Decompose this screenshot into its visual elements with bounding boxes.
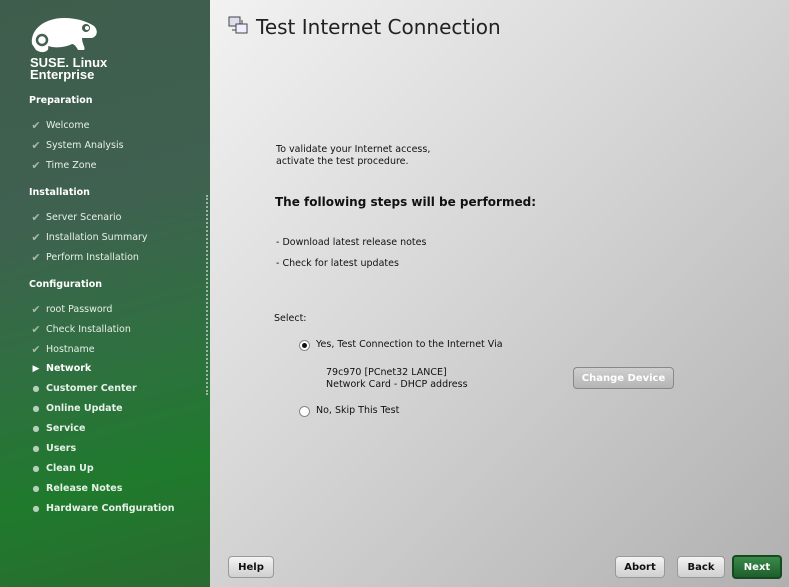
checkmark-icon: ✔ [31, 323, 41, 336]
device-info: 79c970 [PCnet32 LANCE] Network Card - DHC… [326, 367, 468, 390]
option-yes-label[interactable]: Yes, Test Connection to the Internet Via [316, 339, 503, 351]
checkmark-icon: ✔ [31, 251, 41, 264]
radio-yes[interactable] [299, 340, 310, 351]
next-button[interactable]: Next [732, 555, 782, 579]
sidebar-step-label: Online Update [46, 403, 123, 414]
sidebar-step-label: root Password [46, 304, 113, 315]
sidebar-step-label: Clean Up [46, 463, 94, 474]
sidebar-step: ✔ Installation Summary [26, 231, 148, 244]
select-label: Select: [274, 313, 307, 324]
page-title: Test Internet Connection [256, 15, 501, 39]
suse-chameleon-logo [31, 18, 97, 53]
help-button[interactable]: Help [228, 556, 274, 578]
back-button[interactable]: Back [677, 556, 725, 578]
bullet-icon: ● [32, 504, 40, 513]
abort-button[interactable]: Abort [615, 556, 665, 578]
bullet-icon: ● [32, 404, 40, 413]
sidebar-section-header: Installation [29, 187, 90, 198]
step-item: - Download latest release notes [276, 237, 427, 248]
bullet-icon: ● [32, 384, 40, 393]
network-test-icon [228, 16, 248, 34]
sidebar-step: ✔ Perform Installation [26, 251, 139, 264]
checkmark-icon: ✔ [31, 159, 41, 172]
checkmark-icon: ✔ [31, 343, 41, 356]
intro-text: To validate your Internet access, activat… [276, 144, 431, 167]
radio-no[interactable] [299, 406, 310, 417]
sidebar-step: ● Service [26, 423, 86, 434]
sidebar-step-label: Check Installation [46, 324, 131, 335]
bullet-icon: ● [32, 464, 40, 473]
sidebar-step: ● Users [26, 443, 77, 454]
main-panel: Test Internet Connection To validate you… [210, 0, 789, 587]
bullet-icon: ● [32, 484, 40, 493]
sidebar-step: ● Online Update [26, 403, 123, 414]
change-device-button[interactable]: Change Device [573, 367, 674, 389]
brand-text: SUSE. Linux Enterprise [30, 55, 108, 82]
checkmark-icon: ✔ [31, 139, 41, 152]
checkmark-icon: ✔ [31, 211, 41, 224]
sidebar-step-label: Network [46, 363, 92, 374]
checkmark-icon: ✔ [31, 303, 41, 316]
sidebar-step: ● Clean Up [26, 463, 94, 474]
sidebar-section-header: Preparation [29, 95, 93, 106]
sidebar-step-label: Hostname [46, 344, 95, 355]
steps-heading: The following steps will be performed: [275, 195, 536, 209]
sidebar-step: ● Hardware Configuration [26, 503, 175, 514]
sidebar-step: ✔ System Analysis [26, 139, 124, 152]
option-no-label[interactable]: No, Skip This Test [316, 405, 399, 417]
sidebar-step: ✔ Server Scenario [26, 211, 121, 224]
sidebar-step: ● Release Notes [26, 483, 123, 494]
sidebar-step: ✔ Welcome [26, 119, 89, 132]
sidebar-splitter[interactable] [206, 195, 208, 395]
sidebar-step-label: Hardware Configuration [46, 503, 175, 514]
sidebar-step: ● Customer Center [26, 383, 137, 394]
bullet-icon: ● [32, 424, 40, 433]
sidebar-step-label: Perform Installation [46, 252, 139, 263]
sidebar-step-label: Installation Summary [46, 232, 148, 243]
sidebar-step: ✔ Check Installation [26, 323, 131, 336]
sidebar-step-label: Service [46, 423, 86, 434]
bullet-icon: ● [32, 444, 40, 453]
sidebar-step: ▶ Network [26, 363, 92, 374]
sidebar-step: ✔ Time Zone [26, 159, 96, 172]
sidebar-step-label: Users [46, 443, 77, 454]
sidebar: SUSE. Linux Enterprise Preparation ✔ Welcom… [0, 0, 210, 587]
sidebar-step: ✔ root Password [26, 303, 112, 316]
sidebar-step: ✔ Hostname [26, 343, 95, 356]
checkmark-icon: ✔ [31, 119, 41, 132]
checkmark-icon: ✔ [31, 231, 41, 244]
sidebar-step-label: Time Zone [46, 160, 97, 171]
step-item: - Check for latest updates [276, 258, 399, 269]
sidebar-step-label: Release Notes [46, 483, 123, 494]
sidebar-step-label: Customer Center [46, 383, 137, 394]
current-arrow-icon: ▶ [32, 363, 40, 374]
sidebar-step-label: Welcome [46, 120, 90, 131]
sidebar-section-header: Configuration [29, 279, 103, 290]
sidebar-step-label: Server Scenario [46, 212, 122, 223]
sidebar-step-label: System Analysis [46, 140, 124, 151]
